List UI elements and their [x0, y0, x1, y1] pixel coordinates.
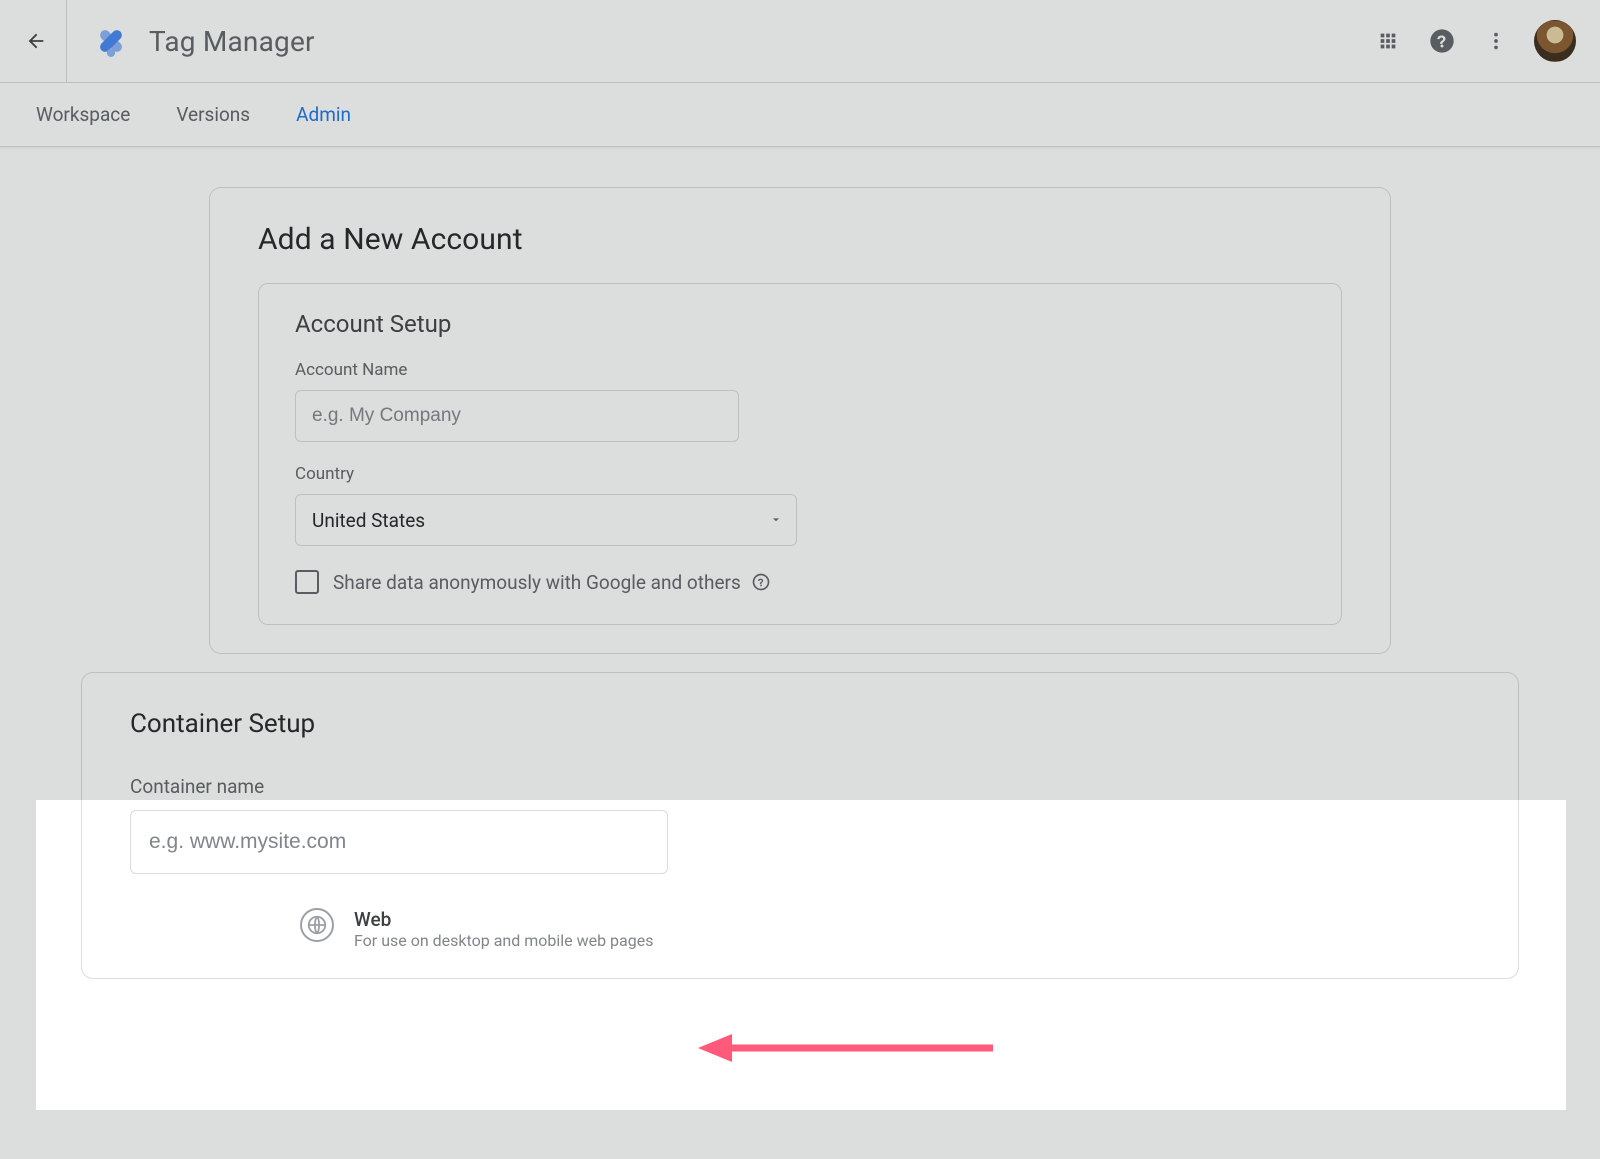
help-icon: [1428, 27, 1456, 55]
share-data-help-icon[interactable]: [751, 572, 771, 592]
apps-grid-icon: [1377, 30, 1399, 52]
tab-workspace[interactable]: Workspace: [36, 103, 130, 126]
container-setup-card: Container Setup Container name Web For u…: [81, 672, 1519, 979]
account-avatar[interactable]: [1534, 20, 1576, 62]
add-account-card: Add a New Account Account Setup Account …: [209, 187, 1391, 654]
tab-admin[interactable]: Admin: [296, 103, 351, 126]
page-title: Add a New Account: [258, 222, 1342, 257]
account-name-input[interactable]: [295, 390, 739, 442]
share-data-label: Share data anonymously with Google and o…: [333, 571, 741, 594]
apps-button[interactable]: [1364, 17, 1412, 65]
back-button[interactable]: [24, 29, 48, 53]
vertical-divider: [66, 0, 67, 83]
help-button[interactable]: [1418, 17, 1466, 65]
tab-versions[interactable]: Versions: [176, 103, 250, 126]
country-select-value: United States: [312, 509, 425, 532]
platform-web-subtitle: For use on desktop and mobile web pages: [354, 931, 653, 950]
account-name-label: Account Name: [295, 360, 1305, 380]
container-setup-title: Container Setup: [130, 709, 1470, 739]
globe-icon: [300, 908, 334, 942]
country-label: Country: [295, 464, 1305, 484]
more-vert-icon: [1485, 30, 1507, 52]
app-title: Tag Manager: [149, 25, 315, 58]
app-bar: Tag Manager: [0, 0, 1600, 83]
country-select[interactable]: United States: [295, 494, 797, 546]
page-body: Add a New Account Account Setup Account …: [0, 147, 1600, 1159]
platform-web-title: Web: [354, 908, 653, 931]
chevron-down-icon: [769, 509, 783, 532]
account-setup-title: Account Setup: [295, 310, 1305, 338]
more-button[interactable]: [1472, 17, 1520, 65]
account-setup-panel: Account Setup Account Name Country Unite…: [258, 283, 1342, 625]
arrow-back-icon: [25, 30, 47, 52]
platform-option-web[interactable]: Web For use on desktop and mobile web pa…: [300, 908, 1470, 950]
container-name-input[interactable]: [130, 810, 668, 874]
container-name-label: Container name: [130, 775, 1470, 798]
share-data-checkbox[interactable]: [295, 570, 319, 594]
primary-tabs: Workspace Versions Admin: [0, 83, 1600, 147]
tag-manager-logo-icon: [91, 21, 131, 61]
